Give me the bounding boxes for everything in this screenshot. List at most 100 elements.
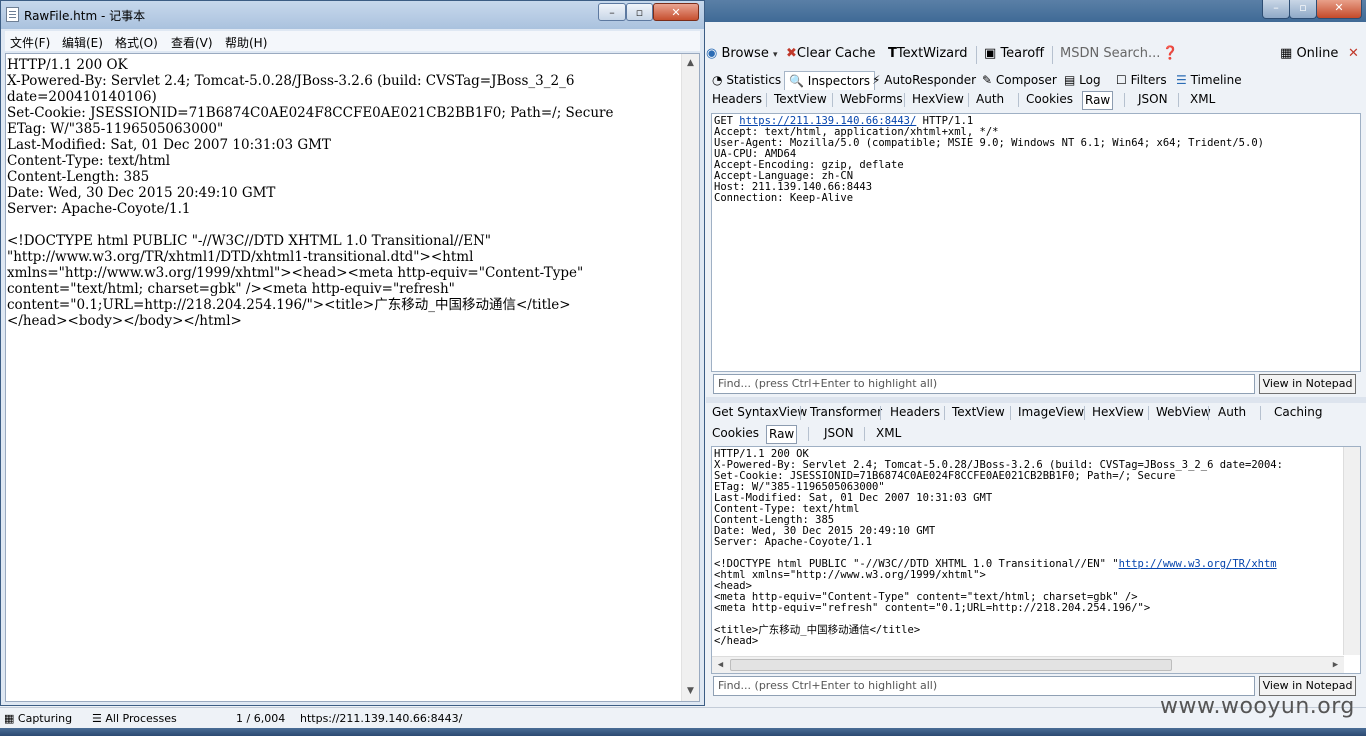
inspectors-icon: 🔍 <box>789 74 804 88</box>
response-tab-json[interactable]: JSON <box>822 425 856 442</box>
notepad-title: RawFile.htm - 记事本 <box>24 9 146 23</box>
scroll-up-icon[interactable]: ▲ <box>682 58 699 68</box>
capture-icon: ▦ <box>4 712 15 725</box>
notepad-icon <box>6 7 19 22</box>
notepad-menubar: 文件(F) 编辑(E) 格式(O) 查看(V) 帮助(H) <box>5 31 700 51</box>
request-view-in-notepad-button[interactable]: View in Notepad <box>1259 374 1356 394</box>
textwizard-button[interactable]: TTextWizard <box>888 46 968 61</box>
tearoff-icon: ▣ <box>984 46 997 61</box>
watermark: www.wooyun.org <box>1160 694 1355 719</box>
menu-view[interactable]: 查看(V) <box>171 34 213 51</box>
tab-composer[interactable]: ✎ Composer <box>982 71 1057 89</box>
tab-divider <box>800 406 801 420</box>
taskbar <box>0 728 1366 736</box>
tab-divider <box>1084 406 1085 420</box>
tab-label: Statistics <box>726 73 782 87</box>
notepad-minimize-button[interactable]: – <box>598 3 626 21</box>
tab-timeline[interactable]: ☰ Timeline <box>1176 71 1242 89</box>
tab-divider <box>968 93 969 107</box>
tab-log[interactable]: ▤ Log <box>1064 71 1101 89</box>
browse-label: Browse <box>721 46 769 61</box>
request-tab-webforms[interactable]: WebForms <box>838 91 905 108</box>
notepad-text-area[interactable]: HTTP/1.1 200 OK X-Powered-By: Servlet 2.… <box>5 53 700 702</box>
notepad-window: RawFile.htm - 记事本 – ▫ ✕ 文件(F) 编辑(E) 格式(O… <box>0 0 705 706</box>
request-headers: Accept: text/html, application/xhtml+xml… <box>714 126 1264 204</box>
process-icon: ☰ <box>92 712 102 725</box>
tab-label: Timeline <box>1190 73 1242 87</box>
request-tab-hexview[interactable]: HexView <box>910 91 966 108</box>
tab-label: Log <box>1079 73 1101 87</box>
process-label: All Processes <box>105 712 177 725</box>
scroll-right-icon[interactable]: ▶ <box>1327 660 1344 671</box>
tab-divider <box>808 427 809 441</box>
request-tabs: Headers TextView WebForms HexView Auth C… <box>708 90 1366 110</box>
msdn-search-input[interactable]: MSDN Search... <box>1060 46 1160 61</box>
online-indicator[interactable]: ▦ Online <box>1280 46 1338 61</box>
response-tab-headers[interactable]: Headers <box>888 404 942 421</box>
request-tab-auth[interactable]: Auth <box>974 91 1006 108</box>
response-tab-caching[interactable]: Caching <box>1272 404 1325 421</box>
notepad-maximize-button[interactable]: ▫ <box>626 3 653 21</box>
tab-autoresponder[interactable]: ⚡ AutoResponder <box>872 71 976 89</box>
menu-help[interactable]: 帮助(H) <box>225 34 267 51</box>
clear-cache-label: Clear Cache <box>796 46 876 61</box>
capturing-toggle[interactable]: ▦ Capturing <box>4 712 72 725</box>
request-tab-headers[interactable]: Headers <box>710 91 764 108</box>
menu-format[interactable]: 格式(O) <box>115 34 158 51</box>
close-icon[interactable]: ✕ <box>1348 46 1359 61</box>
response-raw-pane[interactable]: HTTP/1.1 200 OK X-Powered-By: Servlet 2.… <box>711 446 1361 674</box>
response-vertical-scrollbar[interactable] <box>1343 447 1360 655</box>
selected-url: https://211.139.140.66:8443/ <box>300 712 463 725</box>
fiddler-minimize-button[interactable]: – <box>1262 0 1290 19</box>
help-icon[interactable]: ❓ <box>1162 46 1178 61</box>
process-filter[interactable]: ☰ All Processes <box>92 712 177 725</box>
response-find-input[interactable]: Find... (press Ctrl+Enter to highlight a… <box>713 676 1255 696</box>
response-tab-webview[interactable]: WebView <box>1154 404 1213 421</box>
menu-edit[interactable]: 编辑(E) <box>62 34 103 51</box>
response-tab-auth[interactable]: Auth <box>1216 404 1248 421</box>
request-tab-json[interactable]: JSON <box>1136 91 1170 108</box>
response-tab-imageview[interactable]: ImageView <box>1016 404 1086 421</box>
response-tab-syntaxview[interactable]: Get SyntaxView <box>710 404 809 421</box>
fiddler-close-button[interactable]: ✕ <box>1316 0 1362 19</box>
request-tab-cookies[interactable]: Cookies <box>1024 91 1075 108</box>
scroll-left-icon[interactable]: ◀ <box>712 660 729 671</box>
menu-file[interactable]: 文件(F) <box>10 34 50 51</box>
tab-label: AutoResponder <box>884 73 977 87</box>
fiddler-toolbar: ◉ Browse ▾ ✖Clear Cache TTextWizard ▣ Te… <box>700 42 1366 68</box>
tab-divider <box>880 406 881 420</box>
scrollbar-thumb[interactable] <box>730 659 1172 671</box>
tab-divider <box>1208 406 1209 420</box>
request-tab-textview[interactable]: TextView <box>772 91 829 108</box>
response-tab-textview[interactable]: TextView <box>950 404 1007 421</box>
filters-icon: ☐ <box>1116 73 1127 87</box>
response-tab-cookies[interactable]: Cookies <box>710 425 761 442</box>
tab-inspectors[interactable]: 🔍 Inspectors <box>784 71 876 90</box>
request-tab-raw[interactable]: Raw <box>1082 91 1114 110</box>
clear-cache-button[interactable]: ✖Clear Cache <box>786 46 875 61</box>
tab-label: Composer <box>995 73 1057 87</box>
response-tab-raw[interactable]: Raw <box>766 425 798 444</box>
request-raw-pane[interactable]: GET https://211.139.140.66:8443/ HTTP/1.… <box>711 113 1361 372</box>
lightning-icon: ⚡ <box>872 73 881 87</box>
notepad-close-button[interactable]: ✕ <box>653 3 699 21</box>
scroll-down-icon[interactable]: ▼ <box>682 686 699 696</box>
response-horizontal-scrollbar[interactable]: ◀ ▶ <box>712 656 1344 673</box>
response-tabs-row1: Get SyntaxView Transformer Headers TextV… <box>708 403 1366 423</box>
doctype-link[interactable]: http://www.w3.org/TR/xhtm <box>1119 558 1277 570</box>
response-tab-xml[interactable]: XML <box>874 425 903 442</box>
response-tab-transformer[interactable]: Transformer <box>808 404 884 421</box>
notepad-vertical-scrollbar[interactable]: ▲ ▼ <box>681 54 699 701</box>
tab-divider <box>1018 93 1019 107</box>
notepad-titlebar[interactable]: RawFile.htm - 记事本 – ▫ ✕ <box>1 1 704 29</box>
tab-statistics[interactable]: ◔ Statistics <box>712 71 781 89</box>
tearoff-button[interactable]: ▣ Tearoff <box>984 46 1044 61</box>
request-find-input[interactable]: Find... (press Ctrl+Enter to highlight a… <box>713 374 1255 394</box>
fiddler-maximize-button[interactable]: ▫ <box>1289 0 1317 19</box>
browse-button[interactable]: ◉ Browse ▾ <box>706 46 778 61</box>
response-view-in-notepad-button[interactable]: View in Notepad <box>1259 676 1356 696</box>
request-tab-xml[interactable]: XML <box>1188 91 1217 108</box>
tab-filters[interactable]: ☐ Filters <box>1116 71 1167 89</box>
response-tab-hexview[interactable]: HexView <box>1090 404 1146 421</box>
notepad-content: HTTP/1.1 200 OK X-Powered-By: Servlet 2.… <box>7 57 614 329</box>
